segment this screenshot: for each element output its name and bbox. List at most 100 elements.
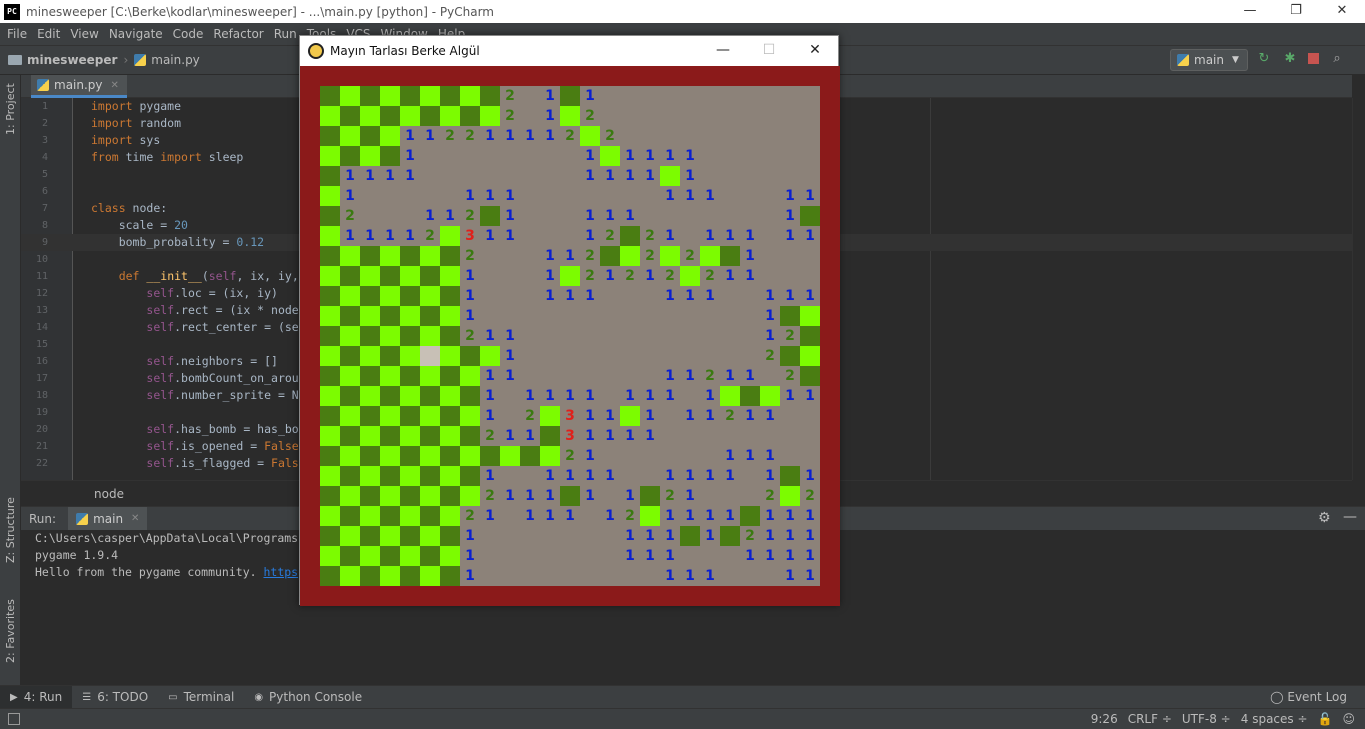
closed-cell[interactable] bbox=[440, 346, 460, 366]
closed-cell[interactable] bbox=[360, 506, 380, 526]
number-cell[interactable]: 1 bbox=[540, 486, 560, 506]
number-cell[interactable]: 1 bbox=[540, 386, 560, 406]
opened-cell[interactable] bbox=[560, 366, 580, 386]
opened-cell[interactable] bbox=[780, 266, 800, 286]
opened-cell[interactable] bbox=[800, 266, 820, 286]
close-button[interactable]: ✕ bbox=[1319, 0, 1365, 23]
opened-cell[interactable] bbox=[760, 426, 780, 446]
opened-cell[interactable] bbox=[580, 306, 600, 326]
closed-cell[interactable] bbox=[420, 286, 440, 306]
opened-cell[interactable] bbox=[660, 206, 680, 226]
number-cell[interactable]: 2 bbox=[460, 326, 480, 346]
opened-cell[interactable] bbox=[660, 326, 680, 346]
opened-cell[interactable] bbox=[620, 346, 640, 366]
number-cell[interactable]: 2 bbox=[640, 226, 660, 246]
number-cell[interactable]: 1 bbox=[700, 566, 720, 586]
opened-cell[interactable] bbox=[500, 546, 520, 566]
opened-cell[interactable] bbox=[580, 506, 600, 526]
opened-cell[interactable] bbox=[640, 126, 660, 146]
number-cell[interactable]: 1 bbox=[600, 206, 620, 226]
closed-cell[interactable] bbox=[440, 546, 460, 566]
number-cell[interactable]: 1 bbox=[520, 386, 540, 406]
opened-cell[interactable] bbox=[720, 106, 740, 126]
number-cell[interactable]: 1 bbox=[800, 386, 820, 406]
opened-cell[interactable] bbox=[560, 566, 580, 586]
closed-cell[interactable] bbox=[440, 386, 460, 406]
opened-cell[interactable] bbox=[640, 366, 660, 386]
opened-cell[interactable] bbox=[520, 326, 540, 346]
opened-cell[interactable] bbox=[520, 286, 540, 306]
number-cell[interactable]: 1 bbox=[620, 166, 640, 186]
number-cell[interactable]: 1 bbox=[540, 86, 560, 106]
opened-cell[interactable] bbox=[420, 186, 440, 206]
closed-cell[interactable] bbox=[340, 526, 360, 546]
number-cell[interactable]: 2 bbox=[640, 246, 660, 266]
number-cell[interactable]: 1 bbox=[760, 306, 780, 326]
number-cell[interactable]: 1 bbox=[540, 286, 560, 306]
editor-breadcrumb[interactable]: node bbox=[94, 487, 124, 501]
number-cell[interactable]: 1 bbox=[780, 386, 800, 406]
number-cell[interactable]: 1 bbox=[780, 286, 800, 306]
closed-cell[interactable] bbox=[360, 466, 380, 486]
opened-cell[interactable] bbox=[560, 546, 580, 566]
number-cell[interactable]: 1 bbox=[680, 486, 700, 506]
opened-cell[interactable] bbox=[720, 166, 740, 186]
number-cell[interactable]: 1 bbox=[620, 146, 640, 166]
opened-cell[interactable] bbox=[740, 486, 760, 506]
opened-cell[interactable] bbox=[500, 386, 520, 406]
number-cell[interactable]: 1 bbox=[620, 206, 640, 226]
number-cell[interactable]: 1 bbox=[440, 206, 460, 226]
opened-cell[interactable] bbox=[540, 546, 560, 566]
opened-cell[interactable] bbox=[680, 106, 700, 126]
opened-cell[interactable] bbox=[720, 86, 740, 106]
opened-cell[interactable] bbox=[360, 186, 380, 206]
closed-cell[interactable] bbox=[380, 146, 400, 166]
closed-cell[interactable] bbox=[600, 246, 620, 266]
opened-cell[interactable] bbox=[640, 466, 660, 486]
number-cell[interactable]: 1 bbox=[740, 546, 760, 566]
number-cell[interactable]: 1 bbox=[580, 166, 600, 186]
closed-cell[interactable] bbox=[380, 86, 400, 106]
closed-cell[interactable] bbox=[340, 486, 360, 506]
opened-cell[interactable] bbox=[720, 566, 740, 586]
closed-cell[interactable] bbox=[400, 326, 420, 346]
closed-cell[interactable] bbox=[320, 126, 340, 146]
number-cell[interactable]: 1 bbox=[660, 506, 680, 526]
opened-cell[interactable] bbox=[560, 206, 580, 226]
number-cell[interactable]: 1 bbox=[780, 546, 800, 566]
opened-cell[interactable] bbox=[560, 186, 580, 206]
opened-cell[interactable] bbox=[500, 166, 520, 186]
project-tool-button[interactable]: 1: Project bbox=[4, 83, 17, 135]
number-cell[interactable]: 1 bbox=[760, 546, 780, 566]
closed-cell[interactable] bbox=[340, 146, 360, 166]
opened-cell[interactable] bbox=[700, 166, 720, 186]
closed-cell[interactable] bbox=[340, 406, 360, 426]
closed-cell[interactable] bbox=[340, 306, 360, 326]
menu-item-refactor[interactable]: Refactor bbox=[208, 27, 268, 41]
number-cell[interactable]: 1 bbox=[580, 226, 600, 246]
number-cell[interactable]: 1 bbox=[680, 466, 700, 486]
closed-cell[interactable] bbox=[800, 306, 820, 326]
number-cell[interactable]: 1 bbox=[540, 126, 560, 146]
closed-cell[interactable] bbox=[400, 526, 420, 546]
opened-cell[interactable] bbox=[720, 306, 740, 326]
opened-cell[interactable] bbox=[740, 426, 760, 446]
tool-tab-6-todo[interactable]: ☰ 6: TODO bbox=[72, 686, 158, 709]
number-cell[interactable]: 1 bbox=[720, 266, 740, 286]
opened-cell[interactable] bbox=[620, 126, 640, 146]
opened-cell[interactable] bbox=[800, 146, 820, 166]
opened-cell[interactable] bbox=[560, 146, 580, 166]
opened-cell[interactable] bbox=[680, 306, 700, 326]
opened-cell[interactable] bbox=[700, 306, 720, 326]
closed-cell[interactable] bbox=[320, 406, 340, 426]
opened-cell[interactable] bbox=[740, 346, 760, 366]
closed-cell[interactable] bbox=[340, 506, 360, 526]
number-cell[interactable]: 2 bbox=[480, 426, 500, 446]
opened-cell[interactable] bbox=[360, 206, 380, 226]
closed-cell[interactable] bbox=[380, 306, 400, 326]
closed-cell[interactable] bbox=[360, 546, 380, 566]
number-cell[interactable]: 1 bbox=[580, 446, 600, 466]
opened-cell[interactable] bbox=[520, 306, 540, 326]
event-log-button[interactable]: ◯ Event Log bbox=[1270, 690, 1347, 704]
closed-cell[interactable] bbox=[340, 126, 360, 146]
